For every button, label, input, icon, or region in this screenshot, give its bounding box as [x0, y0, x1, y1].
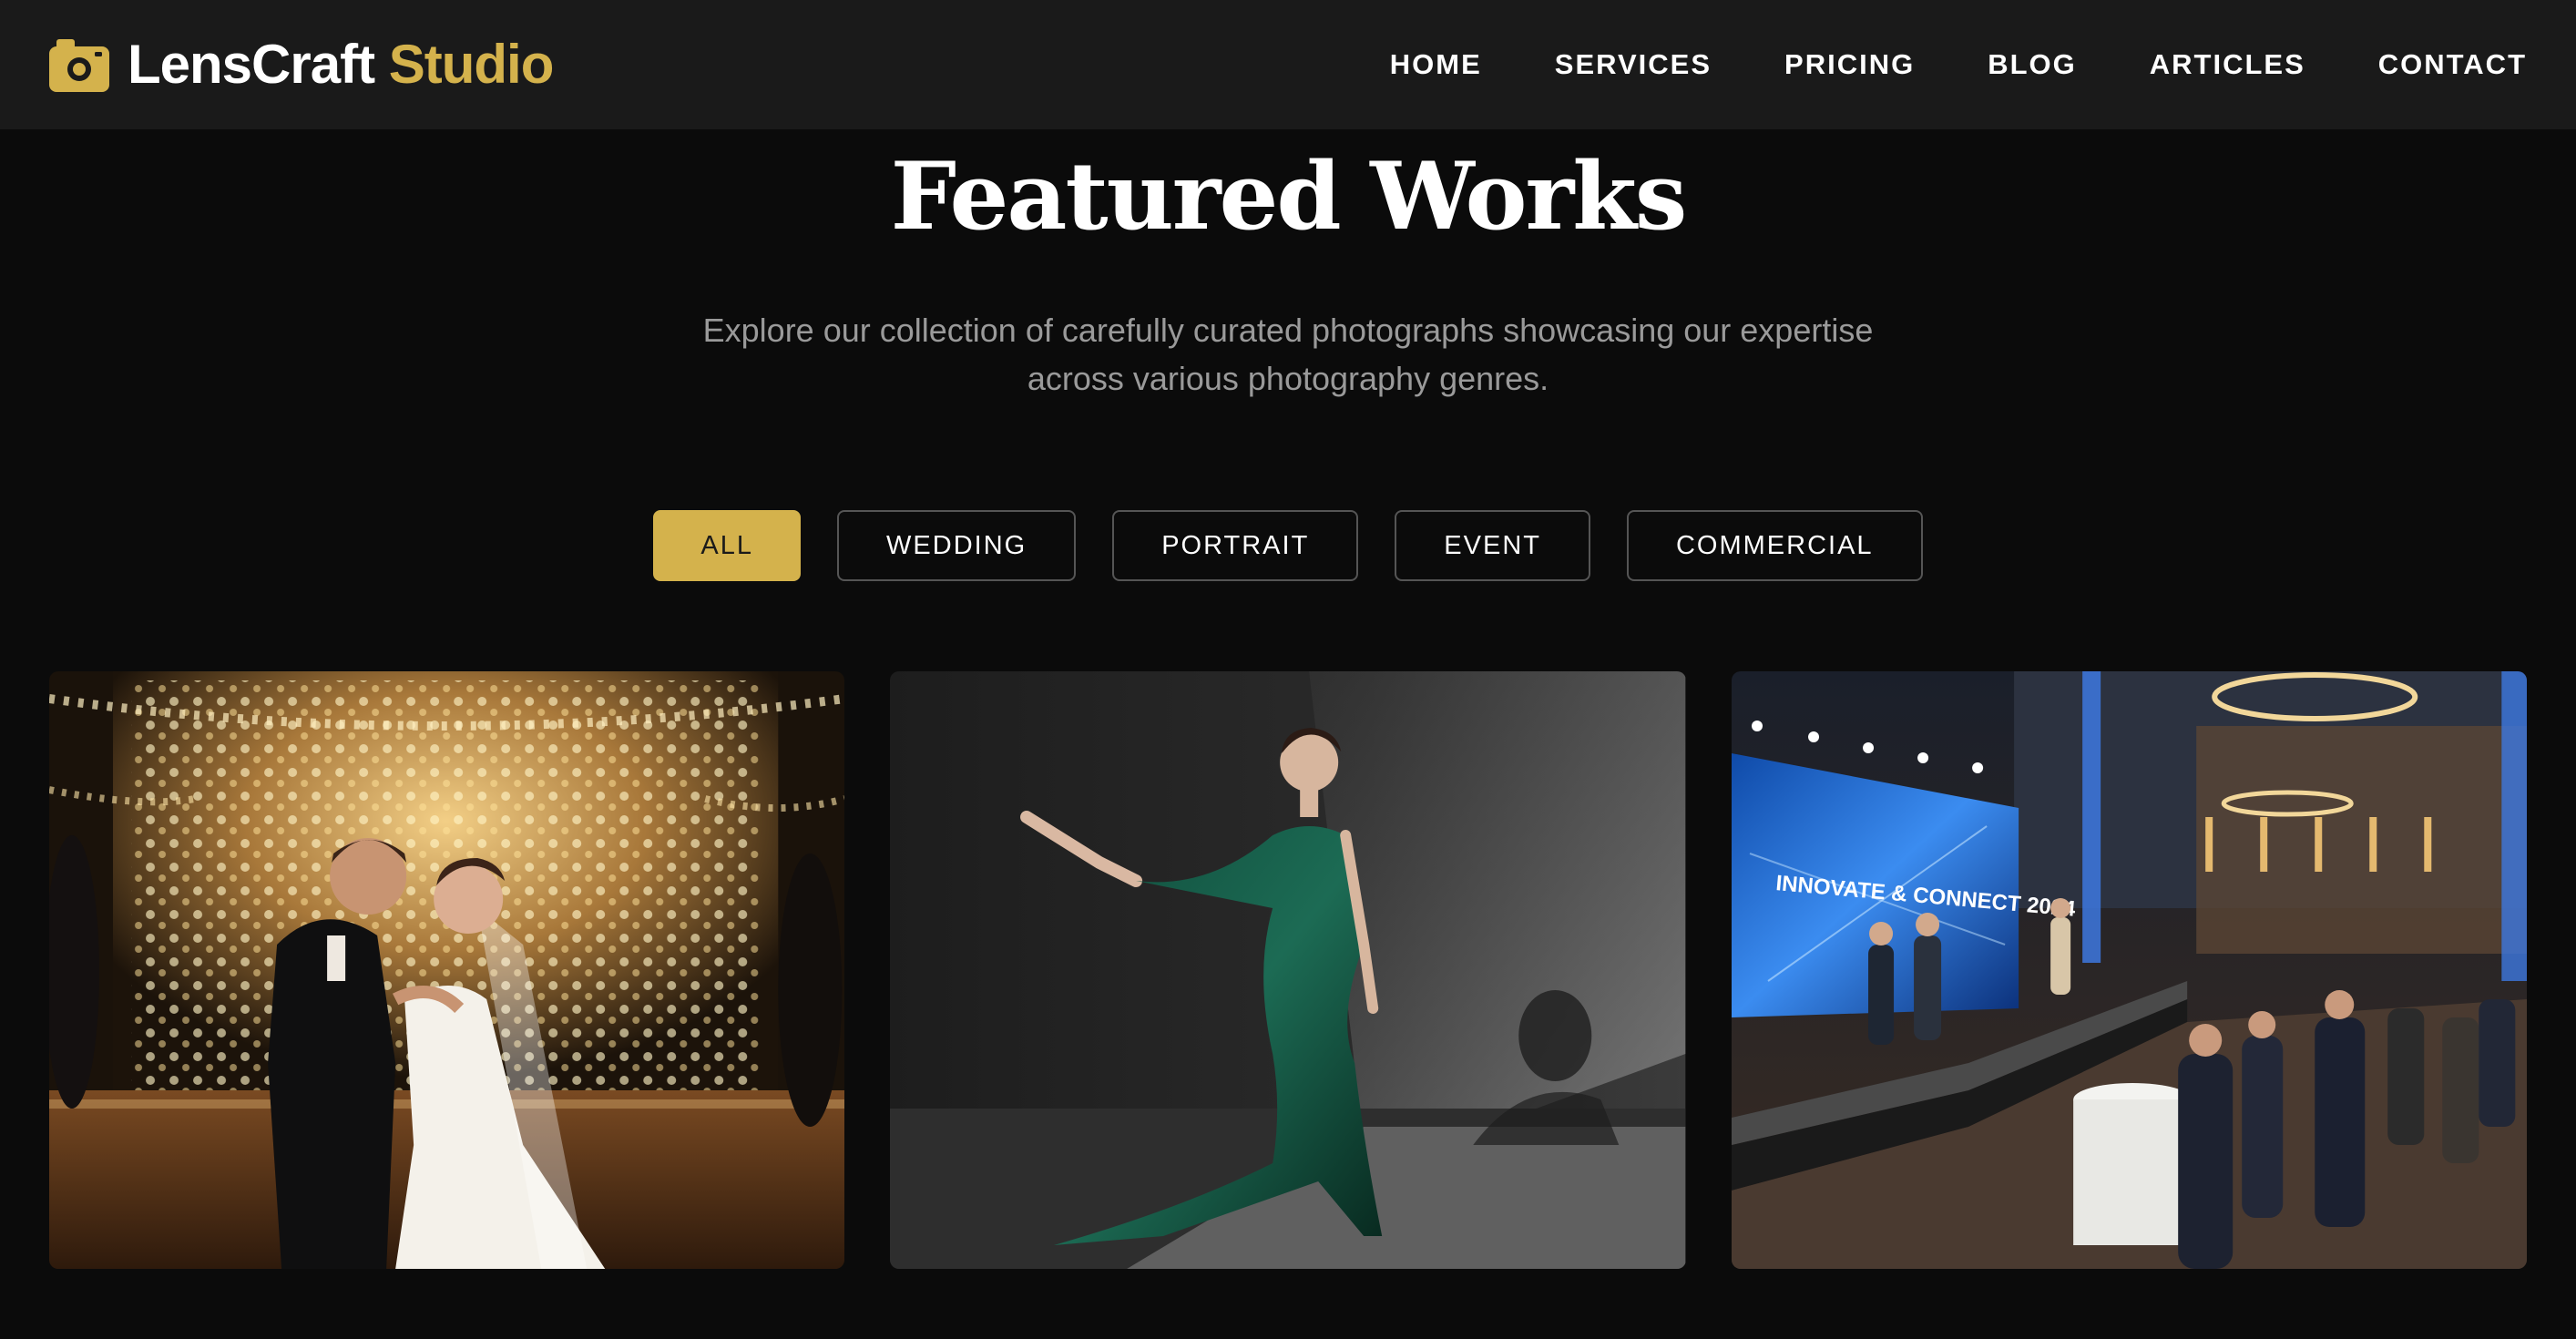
filter-all-button[interactable]: ALL: [653, 510, 802, 581]
brand-logo[interactable]: LensCraft Studio: [49, 34, 555, 95]
wedding-photo: [49, 671, 845, 1269]
nav-blog[interactable]: BLOG: [1988, 48, 2077, 81]
gallery-item-wedding[interactable]: [49, 671, 845, 1269]
gallery-item-event[interactable]: INNOVATE & CONNECT 2024: [1731, 671, 2527, 1269]
event-photo: INNOVATE & CONNECT 2024: [1731, 671, 2527, 1269]
category-filters: ALL WEDDING PORTRAIT EVENT COMMERCIAL: [0, 510, 2576, 581]
brand-name: LensCraft: [128, 34, 375, 95]
filter-commercial-button[interactable]: COMMERCIAL: [1626, 510, 1923, 581]
brand-accent: Studio: [388, 34, 555, 95]
nav-home[interactable]: HOME: [1390, 48, 1482, 81]
page-subtitle: Explore our collection of carefully cura…: [702, 312, 1874, 397]
camera-icon: [49, 39, 109, 92]
filter-event-button[interactable]: EVENT: [1395, 510, 1590, 581]
top-navbar: LensCraft Studio HOME SERVICES PRICING B…: [0, 0, 2576, 129]
nav-services[interactable]: SERVICES: [1555, 48, 1712, 81]
filter-portrait-button[interactable]: PORTRAIT: [1112, 510, 1359, 581]
gallery-grid: INNOVATE & CONNECT 2024: [49, 671, 2527, 1269]
page-title: Featured Works: [890, 142, 1688, 251]
main-nav: HOME SERVICES PRICING BLOG ARTICLES CONT…: [1390, 48, 2527, 81]
filter-wedding-button[interactable]: WEDDING: [837, 510, 1077, 581]
nav-contact[interactable]: CONTACT: [2378, 48, 2527, 81]
nav-articles[interactable]: ARTICLES: [2150, 48, 2305, 81]
portrait-photo: [890, 671, 1686, 1269]
gallery-item-portrait[interactable]: [890, 671, 1686, 1269]
nav-pricing[interactable]: PRICING: [1784, 48, 1915, 81]
